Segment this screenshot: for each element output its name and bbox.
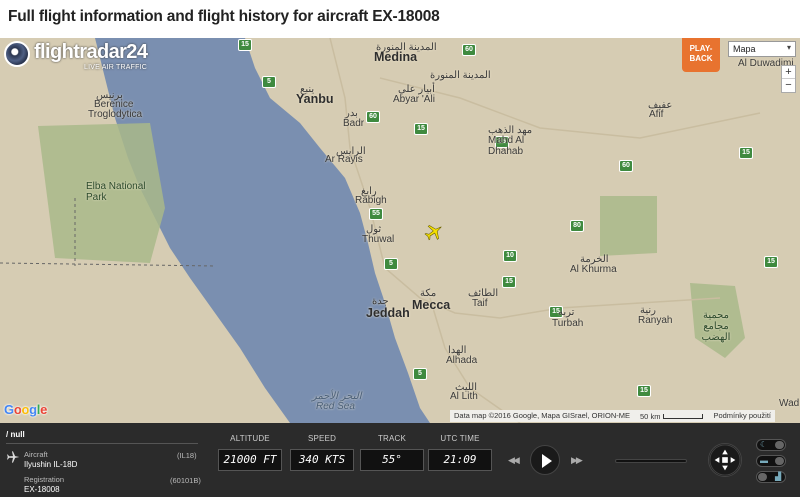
map[interactable]: 15 5 60 60 15 15 60 15 55 80 10 5 15 15 … <box>0 38 800 423</box>
map-label-rabigh: Rabigh <box>355 195 387 206</box>
map-label-abyar: Abyar 'Ali <box>393 94 435 105</box>
map-label-ar-rayis: Ar Rayis <box>325 154 363 165</box>
chevron-down-icon: ▾ <box>786 43 791 52</box>
zoom-in-button[interactable]: + <box>782 66 795 79</box>
playback-label-2: BACK <box>689 54 713 63</box>
speed-label: SPEED <box>307 434 337 443</box>
road-badge: 5 <box>384 258 398 270</box>
toggle-knob <box>775 441 784 449</box>
map-label-medina-ar: المدينة المنورة <box>430 70 491 81</box>
road-badge: 80 <box>570 220 584 232</box>
map-label-allith: Al Lith <box>450 391 478 402</box>
map-scale: 50 km <box>640 411 704 421</box>
map-label-jeddah: Jeddah <box>366 306 410 320</box>
utc-time-readout: 21:09 <box>428 449 492 471</box>
scale-bar <box>663 413 704 419</box>
playback-label-1: PLAY- <box>689 44 713 53</box>
map-label-reserve: محمية مجامع الهضب <box>701 310 731 343</box>
map-label-troglodytica: Troglodytica <box>88 109 143 120</box>
radar-icon <box>4 41 30 67</box>
map-label-ranyah: Ranyah <box>638 315 673 326</box>
map-label-mahd: Mahd Al Dhahab <box>488 135 525 157</box>
graph-icon: ▟ <box>775 472 782 481</box>
flightradar24-logo[interactable]: flightradar24 LIVE AIR TRAFFIC <box>4 41 154 77</box>
registration-code: (60101B) <box>170 476 201 485</box>
zoom-out-button[interactable]: − <box>782 79 795 92</box>
aircraft-code: (IL18) <box>177 451 197 460</box>
map-label-taif: Taif <box>472 298 488 309</box>
altitude-readout: 21000 FT <box>218 449 282 471</box>
map-label-afif: Afif <box>649 109 664 120</box>
road-badge: 15 <box>764 256 778 268</box>
scale-label: 50 km <box>640 411 661 421</box>
moon-icon: ☾ <box>760 440 768 449</box>
track-label: TRACK <box>377 434 407 443</box>
map-type-value: Mapa <box>733 44 756 54</box>
map-label-medina: Medina <box>374 50 418 64</box>
playback-speed-slider[interactable] <box>615 459 687 463</box>
map-label-elba: Elba National Park <box>86 181 146 203</box>
map-label-yanbu: Yanbu <box>296 92 334 106</box>
registration-value: EX-18008 <box>24 485 60 494</box>
flight-info-panel: / null Aircraft Ilyushin IL-18D (IL18) R… <box>0 423 800 497</box>
page-title: Full flight information and flight histo… <box>8 8 440 25</box>
rewind-button[interactable]: ◀◀ <box>508 455 520 466</box>
toggle-knob <box>775 457 784 465</box>
road-badge: 15 <box>739 147 753 159</box>
playback-button[interactable]: PLAY- BACK <box>682 38 720 72</box>
road-badge: 5 <box>262 76 276 88</box>
altitude-graph-toggle[interactable]: ▟ <box>756 471 786 483</box>
utc-time-label: UTC TIME <box>440 434 480 443</box>
attribution-text: Data map ©2016 Google, Mapa GISrael, ORI… <box>454 411 631 420</box>
aircraft-value: Ilyushin IL-18D <box>24 460 78 469</box>
aircraft-label: Aircraft <box>24 450 48 459</box>
map-label-khurma: Al Khurma <box>570 264 617 275</box>
altitude-label: ALTITUDE <box>230 434 270 443</box>
map-type-select[interactable]: Mapa ▾ <box>728 41 796 57</box>
divider <box>6 443 198 444</box>
google-logo: Google <box>4 402 48 417</box>
aircraft-marker-icon[interactable] <box>424 222 444 242</box>
speed-readout: 340 KTS <box>290 449 354 471</box>
labels-icon: ▬ <box>760 456 768 465</box>
map-label-turbah: Turbah <box>552 318 584 329</box>
map-label-turbah-ar: تربة <box>558 307 575 318</box>
map-label-wad: Wad <box>779 398 800 409</box>
road-badge: 10 <box>503 250 517 262</box>
zoom-control[interactable]: + − <box>781 65 796 93</box>
aircraft-info: / null Aircraft Ilyushin IL-18D (IL18) R… <box>0 423 205 497</box>
road-badge: 15 <box>637 385 651 397</box>
road-badge: 15 <box>238 39 252 51</box>
road-badge: 15 <box>414 123 428 135</box>
map-label-alhada: Alhada <box>446 355 478 366</box>
map-attribution: Data map ©2016 Google, Mapa GISrael, ORI… <box>450 410 775 422</box>
logo-brand: flightradar24 <box>34 41 148 63</box>
road-badge: 60 <box>366 111 380 123</box>
road-badge: 5 <box>413 368 427 380</box>
play-button[interactable] <box>530 445 560 475</box>
track-readout: 55° <box>360 449 424 471</box>
center-on-aircraft-button[interactable] <box>708 443 742 477</box>
terms-link[interactable]: Podmínky použití <box>713 411 771 421</box>
fast-forward-button[interactable]: ▶▶ <box>571 455 583 466</box>
night-mode-toggle[interactable]: ☾ <box>756 439 786 451</box>
logo-tagline: LIVE AIR TRAFFIC <box>84 64 147 71</box>
road-badge: 15 <box>502 276 516 288</box>
callsign: / null <box>6 430 25 439</box>
map-label-thuwal: Thuwal <box>362 234 395 245</box>
road-badge: 55 <box>369 208 383 220</box>
road-badge: 60 <box>619 160 633 172</box>
road-badge: 60 <box>462 44 476 56</box>
labels-toggle[interactable]: ▬ <box>756 455 786 467</box>
toggle-knob <box>758 473 767 481</box>
page-header: Full flight information and flight histo… <box>0 0 800 38</box>
airplane-icon <box>7 451 20 463</box>
map-label-mecca: Mecca <box>412 298 451 312</box>
map-label-badr: Badr <box>343 118 365 129</box>
map-label-red-sea: Red Sea <box>316 401 355 412</box>
registration-label: Registration <box>24 475 65 484</box>
